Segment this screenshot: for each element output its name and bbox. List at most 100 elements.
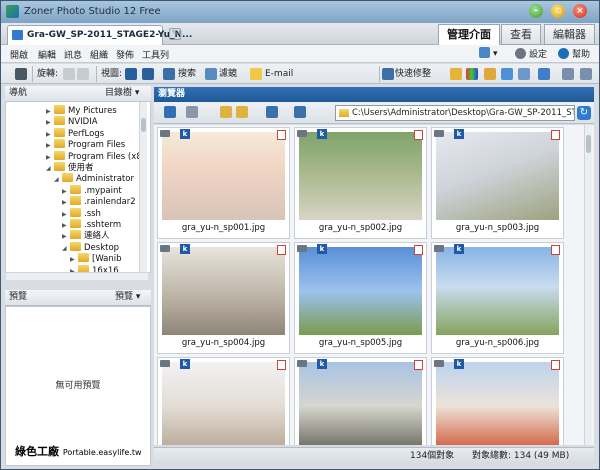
tab-viewer[interactable]: 查看 <box>501 24 541 45</box>
info-badge-icon[interactable] <box>414 245 423 255</box>
collapsed-arrow-icon[interactable]: ▶ <box>46 106 54 117</box>
sharpen-icon[interactable] <box>501 68 513 80</box>
view-k-icon[interactable] <box>125 68 137 80</box>
help-button[interactable]: 幫助 <box>558 47 590 60</box>
menu-open[interactable]: 開啟 <box>10 48 28 61</box>
menu-toolbar[interactable]: 工具列 <box>142 48 169 61</box>
camera-icon[interactable] <box>15 68 27 80</box>
collapsed-arrow-icon[interactable]: ▶ <box>46 129 54 140</box>
monitor-dropdown[interactable]: ▾ <box>479 47 498 59</box>
expanded-arrow-icon[interactable]: ◢ <box>46 163 54 174</box>
info-badge-icon[interactable] <box>551 245 560 255</box>
email-button[interactable]: E-mail <box>265 67 293 81</box>
close-button[interactable]: × <box>573 4 587 18</box>
info-badge-icon[interactable] <box>277 130 286 140</box>
thumbnail-tile[interactable]: k <box>157 357 290 445</box>
collapsed-arrow-icon[interactable]: ▶ <box>62 220 70 231</box>
crop-icon[interactable] <box>518 68 530 80</box>
info-badge-icon[interactable] <box>551 360 560 370</box>
tree-vertical-scrollbar[interactable] <box>139 102 147 272</box>
layout-icon[interactable] <box>294 106 306 118</box>
tree-item[interactable]: ◢ Desktop <box>62 241 119 254</box>
transfer2-icon[interactable] <box>580 68 592 80</box>
thumbnail-tile[interactable]: k gra_yu-n_sp004.jpg <box>157 242 290 354</box>
collapsed-arrow-icon[interactable]: ▶ <box>62 197 70 208</box>
rotate-right-icon[interactable] <box>77 68 89 80</box>
tree-horizontal-scrollbar[interactable] <box>6 272 148 280</box>
collapsed-arrow-icon[interactable]: ▶ <box>46 152 54 163</box>
settings-button[interactable]: 設定 <box>515 47 547 60</box>
info-badge-icon[interactable] <box>277 245 286 255</box>
menu-publish[interactable]: 發佈 <box>116 48 134 61</box>
info-badge-icon[interactable] <box>277 360 286 370</box>
tree-item[interactable]: ▶ My Pictures <box>46 105 117 116</box>
tree-item[interactable]: ▶ Program Files <box>46 139 125 150</box>
tree-item[interactable]: ◢ 使用者 <box>46 162 94 173</box>
folder-up-icon[interactable] <box>220 106 232 118</box>
path-field[interactable]: C:\Users\Administrator\Desktop\Gra-GW_SP… <box>335 105 575 121</box>
forward-icon[interactable] <box>186 106 198 118</box>
thumbnail-tile[interactable]: k gra_yu-n_sp001.jpg <box>157 127 290 239</box>
tab-editor[interactable]: 編輯器 <box>544 24 595 45</box>
new-folder-icon[interactable] <box>236 106 248 118</box>
tree-item[interactable]: ▶ NVIDIA <box>46 116 98 127</box>
frame-icon[interactable] <box>538 68 550 80</box>
thumbnail-tile[interactable]: k gra_yu-n_sp003.jpg <box>431 127 564 239</box>
document-tab[interactable]: Gra-GW_SP-2011_STAGE2-Yu_N... <box>7 25 192 45</box>
filter-icon[interactable] <box>205 68 217 80</box>
color-icon[interactable] <box>466 68 478 80</box>
collapsed-arrow-icon[interactable]: ▶ <box>62 209 70 220</box>
grid-scroll-thumb[interactable] <box>586 135 591 153</box>
expanded-arrow-icon[interactable]: ◢ <box>62 243 70 254</box>
tree-item[interactable]: ▶ 連絡人 <box>62 230 110 241</box>
thumbnail-tile[interactable]: k <box>431 357 564 445</box>
collapsed-arrow-icon[interactable]: ▶ <box>62 231 70 242</box>
collapsed-arrow-icon[interactable]: ▶ <box>46 140 54 151</box>
back-icon[interactable] <box>164 106 176 118</box>
menu-edit[interactable]: 編輯 <box>38 48 56 61</box>
info-badge-icon[interactable] <box>551 130 560 140</box>
transfer-icon[interactable] <box>562 68 574 80</box>
collapsed-arrow-icon[interactable]: ▶ <box>70 254 78 265</box>
email-icon[interactable] <box>250 68 262 80</box>
menu-organize[interactable]: 組織 <box>90 48 108 61</box>
filter-button[interactable]: 濾鏡 <box>219 67 237 81</box>
tree-item[interactable]: ▶ .mypaint <box>62 184 122 197</box>
menu-info[interactable]: 訊息 <box>64 48 82 61</box>
tab-manager[interactable]: 管理介面 <box>438 24 500 45</box>
minimize-button[interactable]: – <box>529 4 543 18</box>
tree-item[interactable]: ▶ [Wanib <box>70 253 122 264</box>
collapsed-arrow-icon[interactable]: ▶ <box>62 186 70 197</box>
view-k2-icon[interactable] <box>142 68 154 80</box>
tree-item[interactable]: ▶ .rainlendar2 <box>62 196 136 207</box>
sort-icon[interactable] <box>266 106 278 118</box>
quickfix-button[interactable]: 快速修整 <box>395 67 431 81</box>
tree-item[interactable]: ▶ .sshterm <box>62 219 121 230</box>
info-badge-icon[interactable] <box>414 130 423 140</box>
tree-scroll-thumb[interactable] <box>141 118 146 132</box>
nav-mode-dropdown[interactable]: 目錄樹 ▾ <box>105 86 139 101</box>
refresh-button[interactable]: ↻ <box>577 106 591 120</box>
tree-item[interactable]: ▶ .ssh <box>62 207 101 220</box>
new-tab-button[interactable]: ✎ <box>169 28 181 40</box>
preview-mode-dropdown[interactable]: 預覽 ▾ <box>115 290 140 305</box>
grid-vertical-scrollbar[interactable] <box>584 125 592 445</box>
search-button[interactable]: 搜索 <box>178 67 196 81</box>
brush-icon[interactable] <box>484 68 496 80</box>
levels-icon[interactable] <box>450 68 462 80</box>
expanded-arrow-icon[interactable]: ◢ <box>54 174 62 185</box>
thumbnail-tile[interactable]: k gra_yu-n_sp002.jpg <box>294 127 427 239</box>
quickfix-icon[interactable] <box>382 68 394 80</box>
tree-item[interactable]: ◢ Administrator <box>54 173 134 184</box>
thumbnail-tile[interactable]: k <box>294 357 427 445</box>
thumbnail-caption: gra_yu-n_sp002.jpg <box>318 223 403 233</box>
maximize-button[interactable]: ▫ <box>551 4 565 18</box>
tree-item[interactable]: ▶ Program Files (x86 <box>46 150 147 163</box>
collapsed-arrow-icon[interactable]: ▶ <box>46 117 54 128</box>
thumbnail-tile[interactable]: k gra_yu-n_sp006.jpg <box>431 242 564 354</box>
rotate-left-icon[interactable] <box>63 68 75 80</box>
search-icon[interactable] <box>163 68 175 80</box>
tree-item[interactable]: ▶ PerfLogs <box>46 127 104 140</box>
thumbnail-tile[interactable]: k gra_yu-n_sp005.jpg <box>294 242 427 354</box>
info-badge-icon[interactable] <box>414 360 423 370</box>
